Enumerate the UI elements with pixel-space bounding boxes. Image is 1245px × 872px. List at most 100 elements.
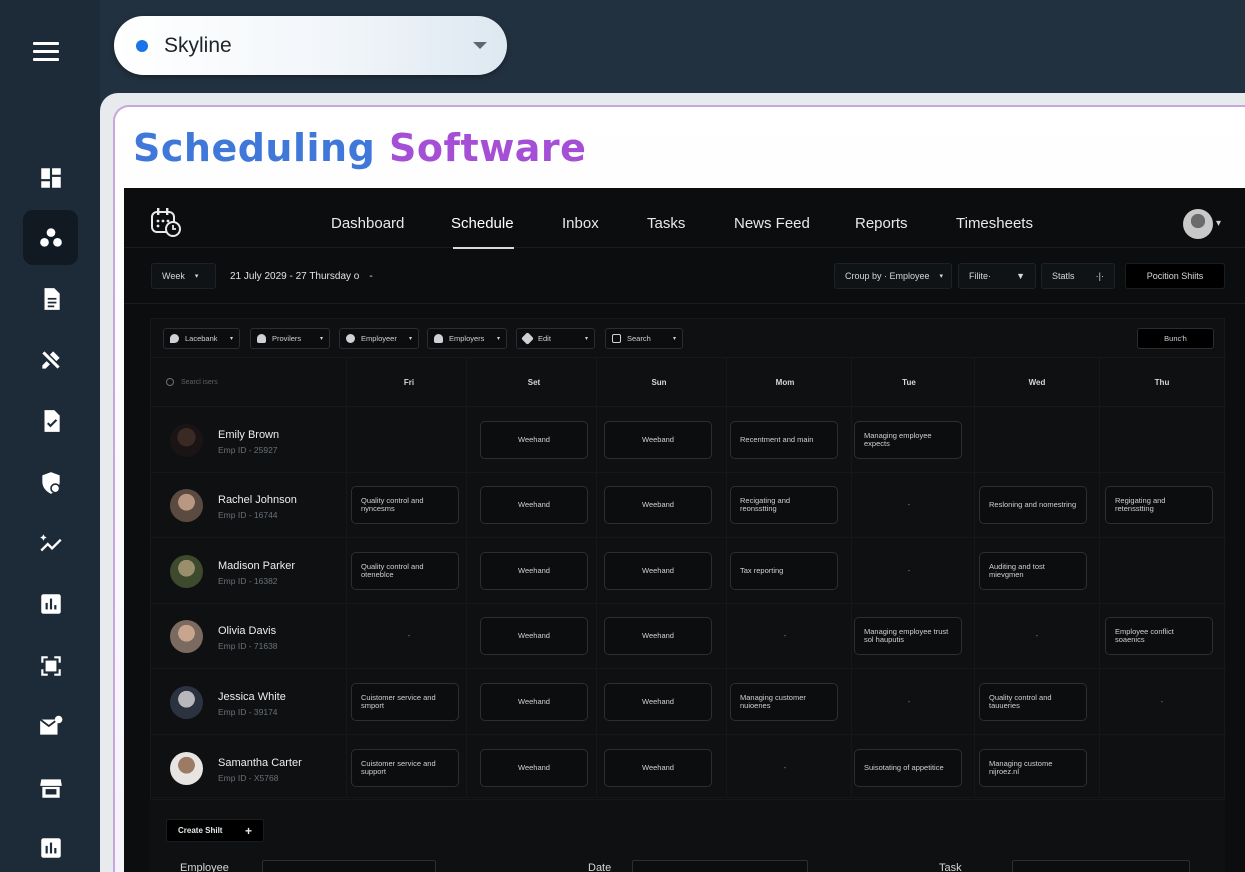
nav-dashboard[interactable]: Dashboard (331, 215, 404, 232)
employee-name[interactable]: Samantha Carter (218, 757, 302, 769)
shift-block[interactable]: Weehand (480, 617, 588, 655)
shift-block[interactable]: Resloning and nomestring (979, 486, 1087, 524)
empty-slot[interactable]: - (908, 566, 911, 575)
scanner-icon[interactable] (23, 638, 78, 693)
shift-block[interactable]: Quality control and oteneblce (351, 552, 459, 590)
plus-icon: + (244, 823, 252, 838)
shift-block[interactable]: Regigating and retensstting (1105, 486, 1213, 524)
workspace-selector[interactable]: Skyline (114, 16, 507, 75)
employee-name[interactable]: Olivia Davis (218, 625, 276, 637)
shift-block[interactable]: Weehand (480, 683, 588, 721)
shift-block[interactable]: Weehand (480, 421, 588, 459)
view-select[interactable]: Week ▾ (151, 263, 216, 289)
shift-block[interactable]: Weeband (604, 421, 712, 459)
employee-name[interactable]: Emily Brown (218, 429, 279, 441)
filter-button[interactable]: Filite· ▼ (958, 263, 1036, 289)
hamburger-menu-icon[interactable] (33, 42, 59, 64)
providers-filter[interactable]: Provilers ▾ (250, 328, 330, 349)
day-header: Mom (775, 378, 795, 387)
shift-block[interactable]: Weehand (604, 617, 712, 655)
nav-schedule[interactable]: Schedule (451, 215, 514, 232)
mail-icon[interactable] (23, 698, 78, 753)
shift-block[interactable]: Managing customer nuioenes (730, 683, 838, 721)
nav-inbox[interactable]: Inbox (562, 215, 599, 232)
shift-block[interactable]: Recigating and reonsstting (730, 486, 838, 524)
nav-reports[interactable]: Reports (855, 215, 908, 232)
shift-block[interactable]: Employee conflict soaenics (1105, 617, 1213, 655)
shift-block[interactable]: Quality control and tauueries (979, 683, 1087, 721)
shift-block[interactable]: Auditing and tost mievgmen (979, 552, 1087, 590)
empty-slot[interactable]: - (408, 631, 411, 640)
shift-block[interactable]: Weehand (604, 552, 712, 590)
shift-block[interactable]: Cuistomer service and support (351, 749, 459, 787)
edit-filter[interactable]: Edit ▾ (516, 328, 595, 349)
position-shifts-button[interactable]: Pocition Shiits (1125, 263, 1225, 289)
team-icon[interactable] (23, 210, 78, 265)
shift-block[interactable]: Tax reporting (730, 552, 838, 590)
user-avatar[interactable] (1183, 209, 1213, 239)
providers-filter-label: Provilers (272, 334, 302, 343)
employee-name[interactable]: Jessica White (218, 691, 286, 703)
avatar[interactable] (170, 752, 203, 785)
empty-slot[interactable]: - (908, 500, 911, 509)
report-icon[interactable] (23, 820, 78, 872)
scheduling-app: Dashboard Schedule Inbox Tasks News Feed… (124, 188, 1245, 872)
empty-slot[interactable]: - (784, 631, 787, 640)
document-icon[interactable] (23, 271, 78, 326)
tools-icon[interactable] (23, 332, 78, 387)
empty-slot[interactable]: - (1036, 631, 1039, 640)
shift-block[interactable]: Managing employee expects (854, 421, 962, 459)
shift-block[interactable]: Suisotating of appetitice (854, 749, 962, 787)
shift-block[interactable]: Recentment and main (730, 421, 838, 459)
bar-chart-icon[interactable] (23, 576, 78, 631)
tag-icon (521, 332, 534, 345)
dashboard-icon[interactable] (23, 150, 78, 205)
location-filter[interactable]: Lacebank ▾ (163, 328, 240, 349)
employee-name[interactable]: Madison Parker (218, 560, 295, 572)
calendar-clock-icon[interactable] (150, 206, 182, 238)
employers-filter[interactable]: Employers ▾ (427, 328, 507, 349)
employee-filter[interactable]: Employeer ▾ (339, 328, 419, 349)
shift-block[interactable]: Weehand (604, 749, 712, 787)
avatar[interactable] (170, 424, 203, 457)
employee-search[interactable]: Searcl isers (166, 378, 218, 386)
nav-tasks[interactable]: Tasks (647, 215, 685, 232)
create-shift-label: Create Shilt (178, 826, 223, 835)
analytics-icon[interactable] (23, 516, 78, 571)
stats-button[interactable]: Statls ·|· (1041, 263, 1115, 289)
bunch-button[interactable]: Bunc'h (1137, 328, 1214, 349)
nav-timesheets[interactable]: Timesheets (956, 215, 1033, 232)
avatar[interactable] (170, 555, 203, 588)
avatar[interactable] (170, 620, 203, 653)
avatar[interactable] (170, 489, 203, 522)
employee-name[interactable]: Rachel Johnson (218, 494, 297, 506)
empty-slot[interactable]: - (1161, 697, 1164, 706)
shift-block[interactable]: Managing employee trust sol hauputis (854, 617, 962, 655)
chevron-down-icon: ▾ (496, 336, 500, 342)
nav-news-feed[interactable]: News Feed (734, 215, 810, 232)
shift-block[interactable]: Weehand (604, 683, 712, 721)
shift-block[interactable]: Weehand (480, 486, 588, 524)
date-field[interactable] (632, 860, 808, 872)
task-check-icon[interactable] (23, 393, 78, 448)
chevron-down-icon[interactable]: ▾ (1216, 218, 1221, 229)
shift-block[interactable]: Weehand (480, 749, 588, 787)
status-dot (136, 39, 148, 52)
search-filter[interactable]: Search ▾ (605, 328, 683, 349)
shift-block[interactable]: Weehand (480, 552, 588, 590)
create-shift-button[interactable]: Create Shilt + (166, 819, 264, 842)
shift-block[interactable]: Managing custome nijroez.nl (979, 749, 1087, 787)
group-by-select[interactable]: Croup by · Employee ▾ (834, 263, 952, 289)
shift-block[interactable]: Weeband (604, 486, 712, 524)
search-filter-label: Search (627, 334, 651, 343)
task-field[interactable] (1012, 860, 1190, 872)
security-icon[interactable] (23, 455, 78, 510)
avatar[interactable] (170, 686, 203, 719)
empty-slot[interactable]: - (908, 697, 911, 706)
date-range[interactable]: 21 July 2029 - 27 Thursday o - (220, 263, 383, 289)
shift-block[interactable]: Quality control and nyncesms (351, 486, 459, 524)
employee-field[interactable] (262, 860, 436, 872)
store-icon[interactable] (23, 760, 78, 815)
shift-block[interactable]: Cuistomer service and smport (351, 683, 459, 721)
empty-slot[interactable]: - (784, 763, 787, 772)
